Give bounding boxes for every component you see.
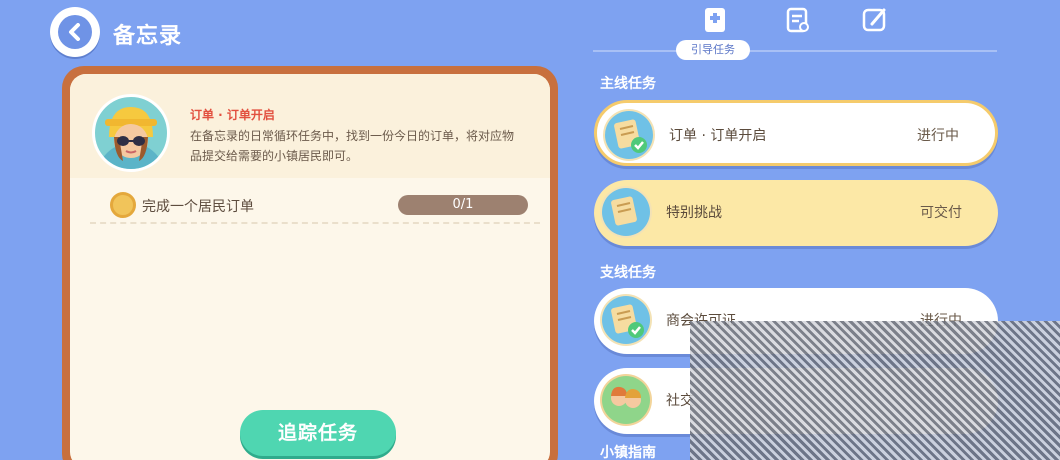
quest-item-status: 可交付 xyxy=(920,205,962,221)
quest-scroll-icon xyxy=(603,109,655,161)
coin-icon xyxy=(110,192,136,218)
top-tab-bar xyxy=(690,5,920,45)
quest-detail-content: 订单 · 订单开启 在备忘录的日常循环任务中，找到一份今日的订单，将对应物品提交… xyxy=(70,74,550,460)
npc-avatar xyxy=(92,94,170,172)
objective-row: 完成一个居民订单 0/1 xyxy=(90,186,540,224)
obscured-overlay xyxy=(690,321,1060,460)
quest-header: 订单 · 订单开启 在备忘录的日常循环任务中，找到一份今日的订单，将对应物品提交… xyxy=(70,74,550,178)
page-title: 备忘录 xyxy=(113,24,183,49)
progress-text: 0/1 xyxy=(452,197,474,212)
clipboard-icon[interactable] xyxy=(782,5,816,39)
track-quest-button[interactable]: 追踪任务 xyxy=(240,410,396,456)
guide-book-icon[interactable] xyxy=(700,5,734,39)
quest-name: 订单 · 订单开启 xyxy=(190,108,275,122)
quest-item-order[interactable]: 订单 · 订单开启 进行中 xyxy=(594,100,998,166)
section-side-quests: 支线任务 xyxy=(600,265,656,281)
tab-divider xyxy=(593,50,997,52)
quest-scroll-icon xyxy=(600,186,652,238)
back-button[interactable] xyxy=(50,7,100,57)
friends-icon xyxy=(600,374,652,426)
quest-scroll-icon xyxy=(600,294,652,346)
quest-detail-card: 订单 · 订单开启 在备忘录的日常循环任务中，找到一份今日的订单，将对应物品提交… xyxy=(62,66,558,460)
objective-progress-bar: 0/1 xyxy=(398,195,528,215)
edit-note-icon[interactable] xyxy=(860,5,894,39)
quest-description: 在备忘录的日常循环任务中，找到一份今日的订单，将对应物品提交给需要的小镇居民即可… xyxy=(190,129,515,163)
objective-text: 完成一个居民订单 xyxy=(142,199,254,215)
quest-item-name: 订单 · 订单开启 xyxy=(669,128,767,144)
quest-item-special-challenge[interactable]: 特别挑战 可交付 xyxy=(594,180,998,246)
quest-item-name: 特别挑战 xyxy=(666,205,722,221)
back-arrow-icon xyxy=(58,15,92,49)
tab-guide-quests[interactable]: 引导任务 xyxy=(676,40,750,60)
quest-item-status: 进行中 xyxy=(917,128,959,144)
section-main-quests: 主线任务 xyxy=(600,76,656,92)
section-town-guide: 小镇指南 xyxy=(600,445,656,460)
